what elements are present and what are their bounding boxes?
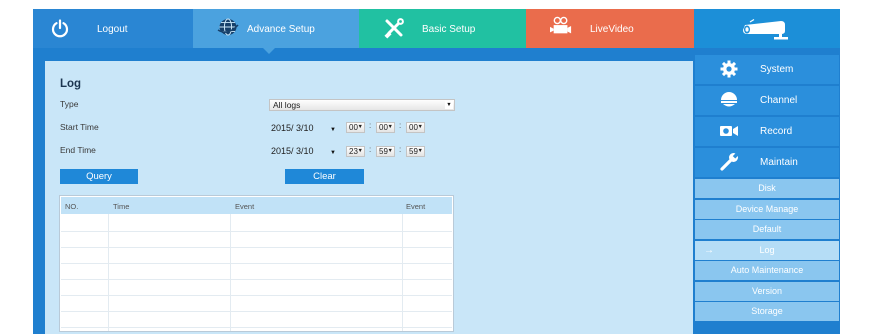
start-hour-select[interactable]: 00 ▼ — [346, 122, 365, 133]
chevron-down-icon: ▼ — [417, 148, 423, 154]
menu-item-system[interactable]: System — [695, 55, 839, 84]
chevron-down-icon: ▼ — [445, 101, 453, 109]
active-tab-indicator — [263, 48, 275, 54]
submenu-item-default[interactable]: Default — [695, 220, 839, 239]
globe-icon — [217, 16, 239, 38]
menu-item-maintain[interactable]: Maintain — [695, 148, 839, 177]
submenu-item-auto-maintenance[interactable]: Auto Maintenance — [695, 261, 839, 280]
menu-item-record[interactable]: Record — [695, 117, 839, 146]
row-divider — [61, 263, 452, 264]
column-header: NO. — [65, 202, 79, 211]
submenu-item-log[interactable]: → Log — [695, 241, 839, 260]
chevron-down-icon: ▼ — [417, 124, 423, 130]
time-separator: : — [369, 145, 372, 154]
clear-button[interactable]: Clear — [285, 169, 364, 184]
submenu-item-disk[interactable]: Disk — [695, 179, 839, 198]
column-header: Event — [406, 202, 426, 211]
tab-logout[interactable]: Logout — [33, 9, 193, 48]
arrow-right-icon: → — [704, 245, 714, 256]
time-separator: : — [369, 121, 372, 130]
tab-live-video-label: LiveVideo — [590, 24, 634, 35]
row-divider — [61, 279, 452, 280]
tab-advance-setup-label: Advance Setup — [247, 24, 315, 35]
menu-item-label: System — [760, 64, 794, 75]
chevron-down-icon: ▼ — [357, 124, 363, 130]
settings-menu: System Channel Record Maintain Disk Devi… — [694, 48, 840, 334]
row-divider — [61, 295, 452, 296]
end-minute-select[interactable]: 59 ▼ — [376, 146, 395, 157]
menu-item-label: Channel — [760, 95, 798, 106]
video-camera-icon — [550, 15, 572, 37]
end-date-picker[interactable]: 2015/ 3/10 ▼ — [271, 145, 341, 157]
table-header: NO. Time Event Event — [61, 197, 452, 214]
end-second-select[interactable]: 59 ▼ — [406, 146, 425, 157]
submenu-item-storage[interactable]: Storage — [695, 302, 839, 321]
tab-logout-label: Logout — [97, 24, 128, 35]
start-second-select[interactable]: 00 ▼ — [406, 122, 425, 133]
query-button[interactable]: Query — [60, 169, 138, 184]
log-table: NO. Time Event Event — [59, 195, 454, 332]
start-date-value: 2015/ 3/10 — [271, 123, 314, 133]
menu-item-label: Record — [760, 126, 793, 137]
time-separator: : — [399, 121, 402, 130]
end-time-label: End Time — [60, 145, 96, 155]
submenu-item-label: Log — [759, 245, 775, 255]
column-header: Time — [113, 202, 130, 211]
record-camera-icon — [719, 122, 739, 140]
chevron-down-icon: ▼ — [330, 150, 336, 156]
chevron-down-icon: ▼ — [357, 148, 363, 154]
wrench-icon — [719, 152, 739, 171]
row-divider — [61, 311, 452, 312]
start-minute-select[interactable]: 00 ▼ — [376, 122, 395, 133]
log-type-value: All logs — [273, 100, 301, 110]
tab-live-video[interactable]: LiveVideo — [526, 9, 694, 48]
tab-advance-setup[interactable]: Advance Setup — [193, 9, 359, 54]
row-divider — [61, 231, 452, 232]
row-divider — [61, 247, 452, 248]
power-icon — [49, 17, 71, 39]
submenu-item-device-manage[interactable]: Device Manage — [695, 200, 839, 219]
tab-basic-setup[interactable]: Basic Setup — [359, 9, 526, 48]
dome-camera-icon — [719, 91, 739, 109]
gear-icon — [719, 60, 739, 78]
start-time-label: Start Time — [60, 122, 99, 132]
tab-basic-setup-label: Basic Setup — [422, 24, 476, 35]
chevron-down-icon: ▼ — [387, 148, 393, 154]
end-date-value: 2015/ 3/10 — [271, 146, 314, 156]
menu-item-label: Maintain — [760, 157, 798, 168]
camera-logo — [694, 9, 840, 48]
type-label: Type — [60, 99, 79, 109]
log-type-select[interactable]: All logs ▼ — [269, 99, 455, 111]
time-separator: : — [399, 145, 402, 154]
column-header: Event — [235, 202, 255, 211]
row-divider — [61, 327, 452, 328]
menu-item-channel[interactable]: Channel — [695, 86, 839, 115]
submenu-item-version[interactable]: Version — [695, 282, 839, 301]
chevron-down-icon: ▼ — [387, 124, 393, 130]
bullet-camera-icon — [741, 17, 793, 41]
chevron-down-icon: ▼ — [330, 127, 336, 133]
start-date-picker[interactable]: 2015/ 3/10 ▼ — [271, 122, 341, 134]
log-panel: Log Type All logs ▼ Start Time 2015/ 3/1… — [45, 61, 693, 334]
page-title: Log — [60, 78, 82, 90]
end-hour-select[interactable]: 23 ▼ — [346, 146, 365, 157]
app-shell: Logout Advance Setup Basic Setup LiveVid… — [33, 9, 840, 334]
tools-icon — [383, 17, 405, 39]
app-frame: Logout Advance Setup Basic Setup LiveVid… — [0, 0, 873, 334]
